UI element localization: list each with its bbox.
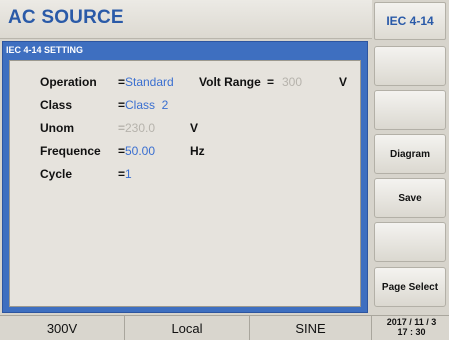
app-title: AC SOURCE	[8, 7, 124, 28]
frequence-row: Frequence = 50.00 Hz	[10, 143, 360, 159]
volt-range-label: Volt Range	[199, 75, 261, 89]
time-text: 17 : 30	[397, 327, 426, 337]
operation-eq: =	[118, 75, 126, 89]
ac-source-screen: AC SOURCE IEC 4-14 IEC 4-14 SETTING Oper…	[0, 0, 449, 340]
frequence-eq: =	[118, 144, 126, 158]
class-eq: =	[118, 98, 126, 112]
date-text: 2017 / 11 / 3	[386, 317, 437, 327]
softkey-2-button[interactable]	[374, 90, 446, 130]
mode-badge: IEC 4-14	[374, 2, 446, 40]
datetime-display: 2017 / 11 / 3 17 : 30	[374, 317, 449, 339]
frequence-unit: Hz	[190, 144, 205, 158]
unom-unit: V	[190, 121, 199, 135]
class-row: Class = Class 2	[10, 97, 360, 113]
frequence-value[interactable]: 50.00	[125, 143, 155, 159]
operation-row: Operation = Standard Volt Range = 300 V	[10, 74, 360, 90]
waveform-status: SINE	[250, 316, 372, 340]
frequence-label: Frequence	[40, 144, 101, 158]
class-value[interactable]: Class 2	[125, 97, 168, 113]
softkey-1-button[interactable]	[374, 46, 446, 86]
unom-eq: =	[118, 121, 126, 135]
status-bar: 300V Local SINE 2017 / 11 / 3 17 : 30	[0, 315, 449, 340]
unom-label: Unom	[40, 121, 74, 135]
settings-panel: IEC 4-14 SETTING Operation = Standard Vo…	[2, 41, 368, 313]
cycle-value[interactable]: 1	[125, 166, 132, 182]
volt-range-unit: V	[339, 75, 348, 89]
panel-title: IEC 4-14 SETTING	[6, 45, 84, 55]
header-bar: AC SOURCE	[0, 0, 372, 39]
save-button[interactable]: Save	[374, 178, 446, 218]
range-status: 300V	[0, 316, 125, 340]
unom-row: Unom = 230.0 V	[10, 120, 360, 136]
operation-label: Operation	[40, 75, 97, 89]
volt-range-value[interactable]: 300	[282, 74, 302, 90]
control-status: Local	[125, 316, 250, 340]
cycle-row: Cycle = 1	[10, 166, 360, 182]
class-label: Class	[40, 98, 73, 112]
page-select-button[interactable]: Page Select	[374, 267, 446, 307]
softkey-5-button[interactable]	[374, 222, 446, 262]
operation-value[interactable]: Standard	[125, 74, 174, 90]
cycle-eq: =	[118, 167, 126, 181]
settings-body: Operation = Standard Volt Range = 300 V …	[9, 60, 361, 307]
volt-range-eq: =	[267, 75, 275, 89]
unom-value[interactable]: 230.0	[125, 120, 155, 136]
cycle-label: Cycle	[40, 167, 73, 181]
diagram-button[interactable]: Diagram	[374, 134, 446, 174]
